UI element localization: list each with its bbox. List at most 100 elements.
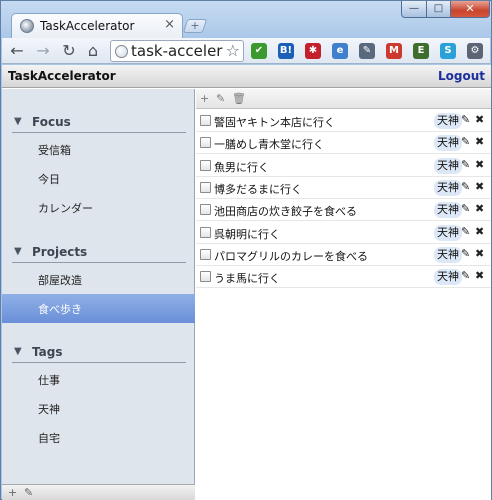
address-text[interactable]: task-accelerator — [131, 42, 223, 60]
edit-icon[interactable]: ✎ — [461, 113, 470, 126]
feed-extension-icon[interactable]: e — [332, 43, 348, 59]
task-tag[interactable]: 天神 — [434, 157, 462, 174]
check-extension-icon[interactable]: ✔ — [251, 43, 267, 59]
delete-task-icon[interactable]: 🗑 — [232, 90, 246, 108]
task-tag[interactable]: 天神 — [434, 202, 462, 219]
task-title[interactable]: 一膳めし青木堂に行く — [214, 136, 324, 152]
task-tag[interactable]: 天神 — [434, 135, 462, 152]
sidebar-item-tenjin[interactable]: 天神 — [2, 394, 195, 423]
forward-icon[interactable]: → — [34, 42, 52, 60]
delete-icon[interactable]: ✖ — [475, 180, 484, 193]
sidebar-item-today[interactable]: 今日 — [2, 164, 195, 193]
favicon-icon — [20, 19, 34, 33]
task-title[interactable]: 池田商店の炊き餃子を食べる — [214, 203, 357, 219]
sidebar-item-food-tour[interactable]: 食べ歩き — [2, 294, 195, 323]
sidebar: ▼ Focus 受信箱 今日 カレンダー ▼ Projects 部屋改造 食べ歩… — [2, 89, 195, 500]
task-checkbox[interactable] — [200, 248, 211, 260]
collapse-triangle-icon[interactable]: ▼ — [14, 246, 22, 257]
add-task-icon[interactable]: + — [200, 90, 209, 108]
sidebar-item-room-remodel[interactable]: 部屋改造 — [2, 265, 195, 294]
edit-icon[interactable]: ✎ — [461, 247, 470, 260]
delete-icon[interactable]: ✖ — [475, 225, 484, 238]
delete-icon[interactable]: ✖ — [475, 202, 484, 215]
delete-icon[interactable]: ✖ — [475, 247, 484, 260]
delete-icon[interactable]: ✖ — [475, 113, 484, 126]
task-row[interactable]: 一膳めし青木堂に行く 天神 ✎ ✖ — [196, 132, 491, 155]
task-row[interactable]: パロマグリルのカレーを食べる 天神 ✎ ✖ — [196, 244, 491, 266]
address-bar[interactable]: task-accelerator ☆ — [110, 40, 244, 62]
evernote-extension-icon[interactable]: E — [413, 43, 429, 59]
edit-icon[interactable]: ✎ — [461, 158, 470, 171]
task-checkbox[interactable] — [200, 115, 211, 126]
task-tag[interactable]: 天神 — [434, 269, 462, 286]
new-tab-button[interactable]: + — [182, 19, 208, 33]
delete-icon[interactable]: ✖ — [475, 135, 484, 148]
home-icon[interactable]: ⌂ — [84, 42, 102, 60]
task-checkbox[interactable] — [200, 271, 211, 283]
task-row[interactable]: 博多だるまに行く 天神 ✎ ✖ — [196, 177, 491, 199]
close-window-button[interactable]: ✕ — [450, 1, 490, 18]
sidebar-item-label: カレンダー — [38, 202, 93, 215]
task-checkbox[interactable] — [200, 159, 211, 171]
asterisk-extension-icon[interactable]: ✱ — [305, 43, 321, 59]
edit-task-icon[interactable]: ✎ — [216, 90, 225, 108]
edit-icon[interactable]: ✎ — [461, 180, 470, 193]
logout-link[interactable]: Logout — [438, 69, 485, 83]
sidebar-item-work[interactable]: 仕事 — [2, 365, 195, 394]
task-title[interactable]: パロマグリルのカレーを食べる — [214, 248, 368, 264]
tab-close-icon[interactable]: × — [164, 18, 175, 32]
sidebar-item-label: 食べ歩き — [38, 303, 82, 316]
delete-icon[interactable]: ✖ — [475, 269, 484, 282]
plus-icon: + — [190, 19, 200, 32]
hatena-bookmark-icon[interactable]: B! — [278, 43, 294, 59]
gmail-extension-icon[interactable]: M — [386, 43, 402, 59]
task-title[interactable]: 警固ヤキトン本店に行く — [214, 114, 335, 130]
task-row[interactable]: 魚男に行く 天神 ✎ ✖ — [196, 155, 491, 177]
eyedropper-extension-icon[interactable]: ✎ — [359, 43, 375, 59]
task-checkbox[interactable] — [200, 137, 211, 149]
bookmark-star-icon[interactable]: ☆ — [226, 41, 240, 61]
task-checkbox[interactable] — [200, 226, 211, 238]
delete-icon[interactable]: ✖ — [475, 158, 484, 171]
edit-icon[interactable]: ✎ — [461, 269, 470, 282]
task-tag[interactable]: 天神 — [434, 179, 462, 196]
add-icon[interactable]: + — [8, 485, 17, 500]
section-projects[interactable]: ▼ Projects — [12, 243, 186, 263]
maximize-button[interactable]: □ — [426, 1, 451, 18]
task-row[interactable]: 呉朝明に行く 天神 ✎ ✖ — [196, 222, 491, 244]
task-row[interactable]: うま馬に行く 天神 ✎ ✖ — [196, 266, 491, 289]
section-focus[interactable]: ▼ Focus — [12, 113, 186, 133]
browser-tab[interactable]: TaskAccelerator × — [11, 13, 183, 39]
skype-extension-icon[interactable]: S — [440, 43, 456, 59]
back-icon[interactable]: ← — [8, 42, 26, 60]
sidebar-item-calendar[interactable]: カレンダー — [2, 193, 195, 222]
task-checkbox[interactable] — [200, 204, 211, 216]
sidebar-item-inbox[interactable]: 受信箱 — [2, 135, 195, 164]
sidebar-item-label: 今日 — [38, 173, 60, 186]
task-checkbox[interactable] — [200, 181, 211, 193]
task-row[interactable]: 池田商店の炊き餃子を食べる 天神 ✎ ✖ — [196, 199, 491, 222]
task-title[interactable]: 魚男に行く — [214, 159, 269, 175]
task-title[interactable]: うま馬に行く — [214, 270, 280, 286]
task-row[interactable]: 警固ヤキトン本店に行く 天神 ✎ ✖ — [196, 110, 491, 132]
collapse-triangle-icon[interactable]: ▼ — [14, 346, 22, 357]
edit-icon[interactable]: ✎ — [461, 225, 470, 238]
edit-icon[interactable]: ✎ — [461, 202, 470, 215]
task-tag[interactable]: 天神 — [434, 246, 462, 263]
task-title[interactable]: 博多だるまに行く — [214, 181, 302, 197]
edit-icon[interactable]: ✎ — [24, 485, 33, 500]
sidebar-item-label: 天神 — [38, 403, 60, 416]
section-label: Projects — [32, 245, 88, 259]
sidebar-item-home[interactable]: 自宅 — [2, 423, 195, 452]
wrench-menu-icon[interactable]: ⚙ — [467, 43, 483, 59]
task-tag[interactable]: 天神 — [434, 224, 462, 241]
sidebar-item-label: 自宅 — [38, 432, 60, 445]
minimize-button[interactable]: — — [401, 1, 427, 18]
task-tag[interactable]: 天神 — [434, 113, 462, 129]
app-title: TaskAccelerator — [8, 69, 116, 83]
reload-icon[interactable]: ↻ — [60, 42, 78, 60]
task-title[interactable]: 呉朝明に行く — [214, 226, 280, 242]
edit-icon[interactable]: ✎ — [461, 135, 470, 148]
section-tags[interactable]: ▼ Tags — [12, 343, 186, 363]
collapse-triangle-icon[interactable]: ▼ — [14, 116, 22, 127]
